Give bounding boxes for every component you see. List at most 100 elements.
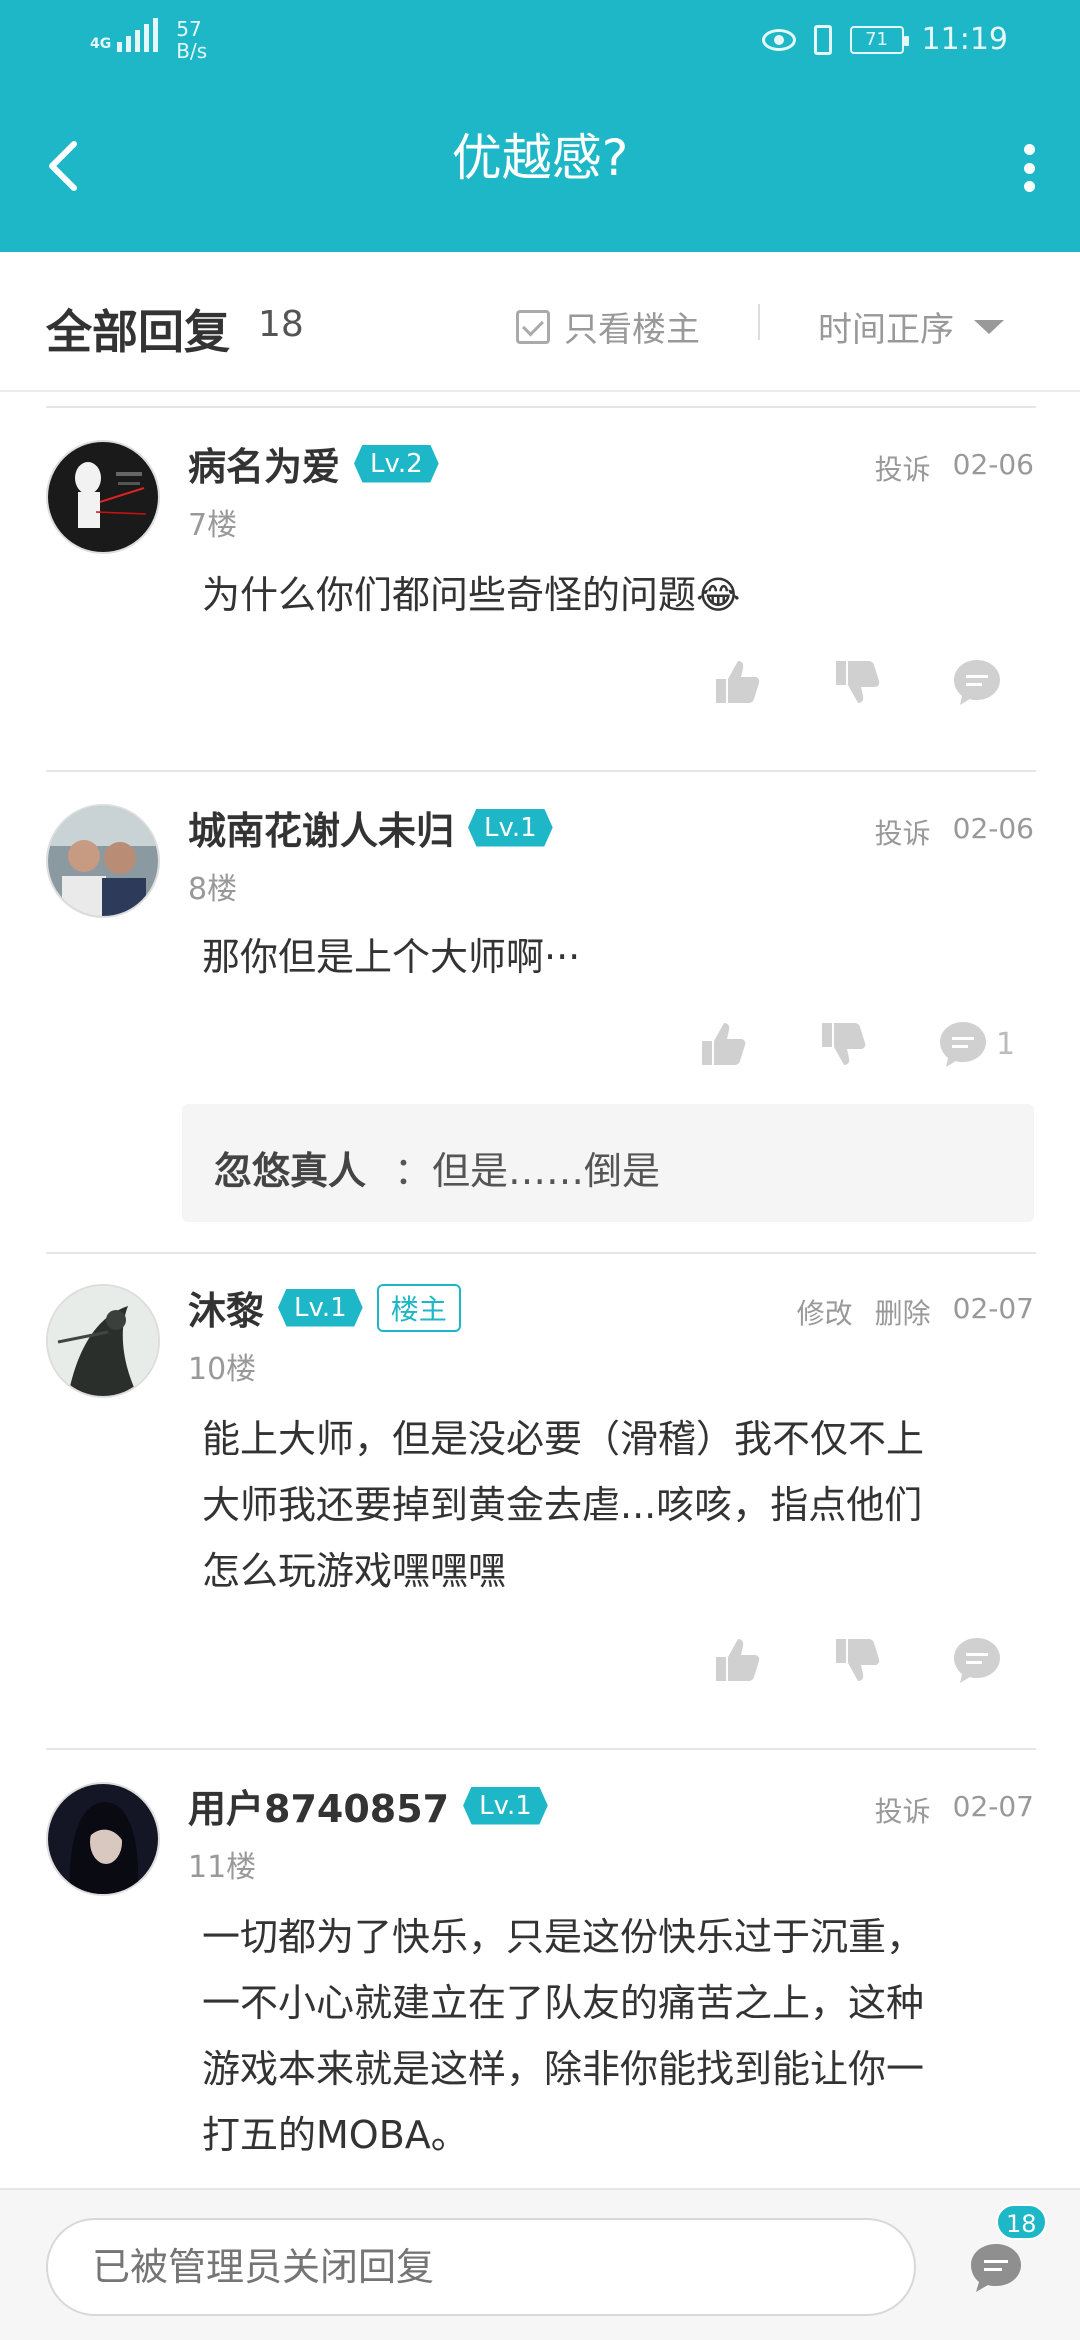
avatar[interactable]: [46, 440, 160, 554]
comments-button[interactable]: [966, 2238, 1036, 2308]
dislike-button[interactable]: [830, 1630, 890, 1690]
thumbs-up-icon: [716, 661, 760, 703]
avatar-image: [48, 806, 158, 916]
floor-number: 11楼: [188, 1850, 257, 1885]
like-button[interactable]: [710, 1630, 770, 1690]
comment-date: 02-06: [952, 812, 1034, 845]
comment-actions: [0, 1630, 1080, 1690]
sort-label: 时间正序: [818, 310, 954, 350]
divider: [46, 1252, 1036, 1254]
floor-number: 10楼: [188, 1352, 257, 1387]
dislike-button[interactable]: [816, 1014, 876, 1074]
vibrate-icon: [813, 24, 832, 55]
only-owner-label: 只看楼主: [564, 310, 700, 350]
page-title: 优越感?: [451, 129, 629, 187]
divider: [46, 1748, 1036, 1750]
avatar[interactable]: [46, 1284, 160, 1398]
comment-date: 02-07: [952, 1790, 1034, 1823]
avatar-image: [48, 1286, 158, 1396]
net-speed-unit: B/s: [176, 39, 208, 63]
comment-line: 大师我还要掉到黄金去虐...咳咳，指点他们: [202, 1483, 923, 1527]
reply-input[interactable]: [46, 2218, 916, 2316]
speech-bubble-icon: [954, 660, 1000, 705]
like-button[interactable]: [710, 652, 770, 712]
more-dot-icon: [1023, 144, 1035, 155]
only-owner-toggle[interactable]: 只看楼主: [516, 302, 700, 351]
level-badge: Lv.1: [278, 1288, 363, 1327]
comment-line: 游戏本来就是这样，除非你能找到能让你一: [202, 2047, 925, 2091]
comment-meta: 投诉 02-06: [875, 448, 1034, 488]
owner-tag: 楼主: [376, 1283, 461, 1332]
level-badge: Lv.1: [463, 1786, 548, 1825]
like-button[interactable]: [696, 1014, 756, 1074]
comment-line: 一切都为了快乐，只是这份快乐过于沉重，: [202, 1915, 925, 1959]
reply-author[interactable]: 忽悠真人: [214, 1140, 366, 1195]
net-speed-value: 57: [176, 17, 202, 41]
signal-bars-icon: [117, 18, 159, 52]
comment-line: 打五的MOBA。: [202, 2113, 469, 2157]
comment-button[interactable]: [950, 1630, 1010, 1690]
avatar-image: [48, 442, 158, 552]
comment-meta: 投诉 02-07: [875, 1790, 1034, 1830]
chat-icon: [971, 2244, 1021, 2292]
reply-count-badge: 18: [996, 2204, 1047, 2240]
username-text: 城南花谢人未归: [188, 809, 455, 853]
reply-text: ：但是……倒是: [394, 1149, 661, 1193]
username[interactable]: 沐黎 Lv.1 楼主: [188, 1280, 461, 1335]
comment-meta: 投诉 02-06: [875, 812, 1034, 852]
speech-bubble-icon: [940, 1022, 986, 1067]
caret-down-icon: [974, 319, 1004, 334]
thumbs-down-icon: [836, 661, 880, 703]
username-text: 病名为爱: [188, 445, 341, 489]
report-link[interactable]: 投诉: [875, 448, 931, 488]
avatar-image: [48, 1784, 158, 1894]
level-badge: Lv.1: [468, 808, 553, 847]
thumbs-up-icon: [716, 1639, 760, 1681]
replies-header: 全部回复 18 只看楼主 时间正序: [0, 252, 1080, 392]
username[interactable]: 城南花谢人未归 Lv.1: [188, 800, 553, 855]
floor-number: 7楼: [188, 508, 238, 543]
comment-actions: 1: [0, 1014, 1080, 1074]
comment-meta: 修改 删除 02-07: [797, 1292, 1034, 1332]
edit-link[interactable]: 修改: [797, 1292, 853, 1332]
username[interactable]: 用户8740857 Lv.1: [188, 1778, 548, 1833]
level-badge: Lv.2: [354, 444, 439, 483]
more-dot-icon: [1023, 162, 1035, 174]
comment-line: 能上大师，但是没必要（滑稽）我不仅不上: [202, 1417, 925, 1461]
divider: [46, 770, 1036, 772]
all-replies-title: 全部回复: [46, 305, 230, 359]
signal-indicator: 4G: [90, 18, 159, 52]
username[interactable]: 病名为爱 Lv.2: [188, 436, 439, 491]
clock: 11:19: [921, 22, 1008, 57]
divider: [758, 304, 760, 340]
thumbs-down-icon: [822, 1023, 866, 1065]
avatar[interactable]: [46, 1782, 160, 1896]
sort-dropdown[interactable]: 时间正序: [818, 302, 1004, 351]
bottom-input-bar: 18: [0, 2188, 1080, 2340]
thumbs-down-icon: [836, 1639, 880, 1681]
floor-number: 8楼: [188, 872, 238, 907]
comment-button[interactable]: 1: [936, 1014, 1026, 1074]
checkbox-icon[interactable]: [516, 309, 550, 344]
report-link[interactable]: 投诉: [875, 812, 931, 852]
comment-text: 为什么你们都问些奇怪的问题😂: [202, 573, 741, 617]
comment-actions: [0, 652, 1080, 712]
delete-link[interactable]: 删除: [875, 1292, 931, 1332]
comment-button[interactable]: [950, 652, 1010, 712]
thumbs-up-icon: [702, 1023, 746, 1065]
status-bar: 4G 57 B/s 71 11:19: [0, 0, 1080, 80]
more-options-button[interactable]: [1014, 138, 1044, 198]
nested-reply[interactable]: 忽悠真人 ：但是……倒是: [182, 1104, 1034, 1222]
report-link[interactable]: 投诉: [875, 1790, 931, 1830]
comment-text: 能上大师，但是没必要（滑稽）我不仅不上 大师我还要掉到黄金去虐...咳咳，指点他…: [202, 1406, 1022, 1604]
more-dot-icon: [1023, 181, 1035, 192]
network-type: 4G: [90, 36, 112, 52]
top-bar: 4G 57 B/s 71 11:19 优越感?: [0, 0, 1080, 252]
comment-count: 1: [996, 1026, 1016, 1062]
comment-text: 一切都为了快乐，只是这份快乐过于沉重， 一不小心就建立在了队友的痛苦之上，这种 …: [202, 1904, 1022, 2168]
comment-date: 02-06: [952, 448, 1034, 481]
dislike-button[interactable]: [830, 652, 890, 712]
avatar[interactable]: [46, 804, 160, 918]
comment-text: 那你但是上个大师啊···: [202, 935, 581, 979]
battery-level: 71: [865, 29, 888, 50]
